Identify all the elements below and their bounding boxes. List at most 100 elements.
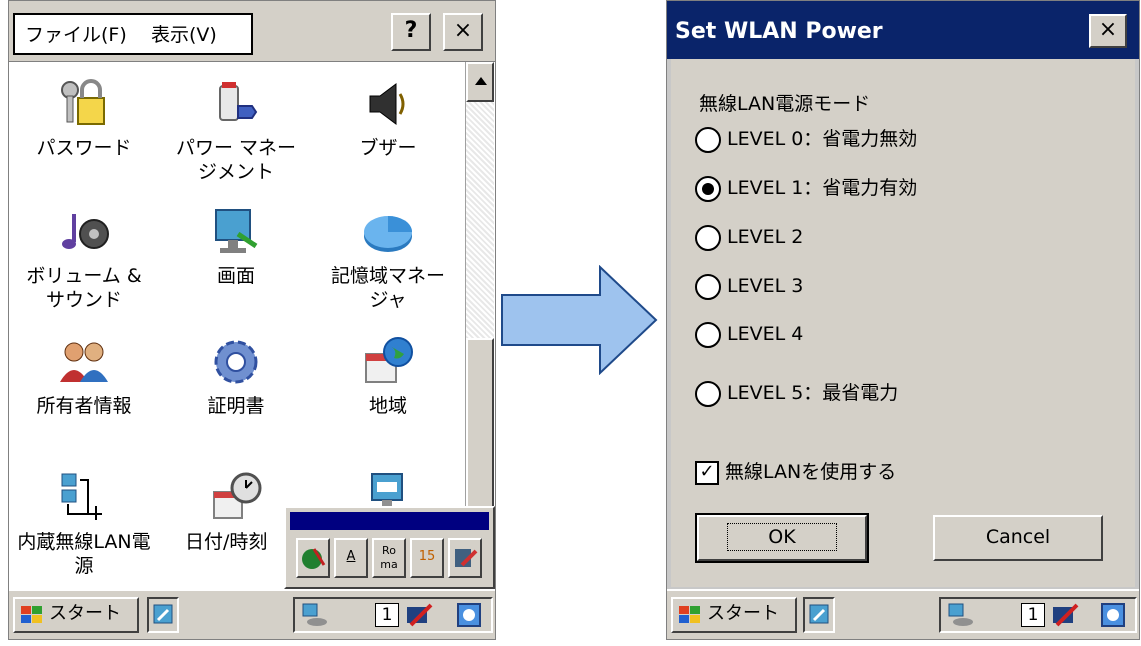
ime-tool-button[interactable]	[448, 538, 482, 578]
radio-circle-selected[interactable]	[695, 175, 721, 202]
input-method-panel: A Ro ma 15	[284, 506, 495, 589]
globe-calendar-icon	[365, 337, 413, 383]
keys-lock-icon	[61, 79, 105, 125]
menu-bar: ファイル(F) 表示(V) ? ×	[9, 1, 495, 62]
ime-pen-icon	[455, 549, 478, 567]
item-certificates[interactable]: 証明書	[161, 334, 311, 418]
tray-number-badge[interactable]: 1	[375, 603, 399, 627]
radio-label: LEVEL 5：最省電力	[727, 382, 899, 404]
use-wlan-label: 無線LANを使用する	[725, 461, 897, 483]
checkbox-checked[interactable]: ✓	[695, 460, 719, 485]
ok-label: OK	[727, 523, 837, 551]
keyboard-pen-icon[interactable]	[1049, 601, 1081, 629]
ime-title-bar[interactable]	[290, 512, 489, 530]
desktop-icon[interactable]	[455, 601, 483, 629]
item-label: パワー マネージメント	[175, 137, 297, 183]
ime-romaji-button[interactable]: Ro ma	[372, 538, 406, 578]
display-icon	[215, 209, 258, 253]
keyboard-pen-icon[interactable]	[403, 601, 435, 629]
dialog-body: 無線LAN電源モード LEVEL 0：省電力無効 LEVEL 1：省電力有効 L…	[671, 59, 1135, 587]
radio-circle[interactable]	[695, 321, 721, 348]
control-panel-icon	[809, 604, 829, 624]
item-label: 所有者情報	[36, 395, 132, 417]
item-label: 内蔵無線LAN電源	[17, 531, 151, 577]
item-owner[interactable]: 所有者情報	[9, 334, 159, 418]
item-label: ボリューム & サウンド	[26, 265, 142, 311]
system-tray: 1	[293, 597, 493, 633]
network-status-icon[interactable]	[947, 602, 975, 628]
desktop-icon[interactable]	[1099, 601, 1127, 629]
ime-alpha-button[interactable]: A	[334, 538, 368, 578]
power-plug-icon	[219, 82, 258, 121]
ok-button[interactable]: OK	[695, 513, 869, 563]
network-status-icon[interactable]	[301, 602, 329, 628]
start-label: スタート	[707, 603, 779, 624]
speaker-icon	[369, 83, 405, 125]
start-label: スタート	[49, 603, 121, 624]
taskbar-right: スタート 1	[667, 589, 1139, 639]
windows-flag-icon	[679, 606, 700, 623]
help-button[interactable]: ?	[391, 13, 431, 51]
taskbar: スタート 1	[9, 589, 495, 639]
power-mode-label: 無線LAN電源モード	[699, 93, 871, 115]
gear-cert-icon	[214, 340, 258, 384]
calendar-clock-icon	[213, 472, 262, 519]
radio-level-4[interactable]: LEVEL 4	[695, 320, 803, 348]
taskbar-app-button[interactable]	[147, 597, 179, 633]
music-note-icon	[62, 214, 109, 249]
start-button[interactable]: スタート	[671, 597, 797, 633]
item-label: パスワード	[36, 137, 132, 159]
radio-label: LEVEL 2	[727, 226, 804, 248]
radio-label: LEVEL 1：省電力有効	[727, 177, 918, 199]
radio-label: LEVEL 0：省電力無効	[727, 128, 918, 150]
network-computers-icon	[61, 473, 102, 520]
item-display[interactable]: 画面	[161, 204, 311, 288]
start-button[interactable]: スタート	[13, 597, 139, 633]
radio-label: LEVEL 3	[727, 275, 804, 297]
dialog-close-button[interactable]: ×	[1089, 14, 1127, 48]
radio-level-3[interactable]: LEVEL 3	[695, 272, 803, 300]
menu-file[interactable]: ファイル(F)	[25, 20, 127, 47]
radio-circle[interactable]	[695, 224, 721, 251]
item-label: 地域	[368, 395, 407, 417]
radio-level-2[interactable]: LEVEL 2	[695, 223, 803, 251]
radio-circle[interactable]	[695, 126, 721, 153]
taskbar-app-button[interactable]	[803, 597, 835, 633]
item-power[interactable]: パワー マネージメント	[161, 76, 311, 184]
system-tray: 1	[939, 597, 1137, 633]
radio-level-1[interactable]: LEVEL 1：省電力有効	[695, 174, 917, 202]
radio-label: LEVEL 4	[727, 323, 804, 345]
menu-view[interactable]: 表示(V)	[151, 20, 217, 47]
item-buzzer[interactable]: ブザー	[313, 76, 463, 160]
dialog-title: Set WLAN Power	[675, 19, 883, 44]
owner-people-icon	[60, 342, 108, 382]
cancel-button[interactable]: Cancel	[933, 515, 1103, 561]
radio-circle[interactable]	[695, 273, 721, 300]
item-region[interactable]: 地域	[313, 334, 463, 418]
radio-level-0[interactable]: LEVEL 0：省電力無効	[695, 125, 917, 153]
pie-disk-icon	[364, 216, 412, 252]
ime-mode-icon[interactable]	[296, 538, 330, 578]
item-volume[interactable]: ボリューム & サウンド	[9, 204, 159, 312]
item-wlan-power[interactable]: 内蔵無線LAN電源	[9, 470, 159, 578]
ime-kanji-button[interactable]: 15	[410, 538, 444, 578]
item-storage[interactable]: 記憶域マネージャ	[313, 204, 463, 312]
ime-globe-icon	[302, 548, 326, 569]
wlan-power-dialog: Set WLAN Power × 無線LAN電源モード LEVEL 0：省電力無…	[666, 0, 1140, 640]
control-panel-icon	[153, 604, 173, 624]
item-label: 画面	[216, 265, 255, 287]
item-label: 証明書	[207, 395, 265, 417]
close-button[interactable]: ×	[443, 13, 483, 51]
transition-arrow	[501, 265, 658, 375]
tray-number-badge[interactable]: 1	[1021, 603, 1045, 627]
radio-level-5[interactable]: LEVEL 5：最省電力	[695, 379, 898, 407]
radio-circle[interactable]	[695, 380, 721, 407]
dialog-title-bar: Set WLAN Power ×	[667, 1, 1139, 59]
scroll-up-button[interactable]	[466, 62, 494, 102]
item-label: 記憶域マネージャ	[330, 265, 445, 311]
use-wlan-checkbox-row[interactable]: ✓ 無線LANを使用する	[695, 457, 896, 485]
item-label: ブザー	[359, 137, 417, 159]
up-arrow-icon	[475, 77, 487, 85]
item-password[interactable]: パスワード	[9, 76, 159, 160]
windows-flag-icon	[21, 606, 42, 623]
